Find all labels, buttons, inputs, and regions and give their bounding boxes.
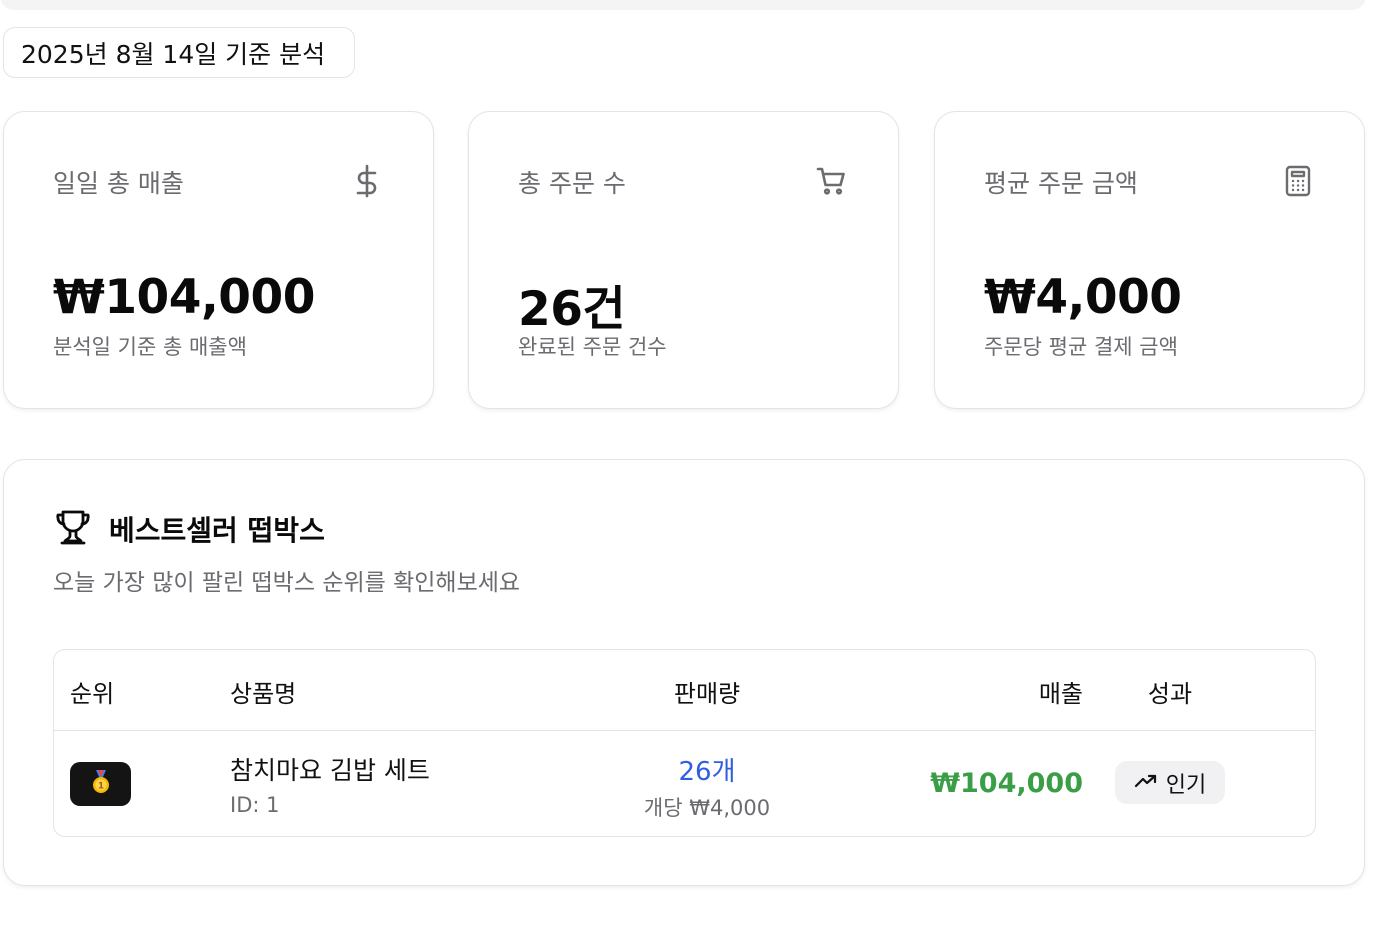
card-title: 평균 주문 금액 bbox=[984, 169, 1138, 198]
calculator-icon bbox=[1282, 164, 1314, 198]
column-header-revenue[interactable]: 매출 bbox=[1039, 674, 1083, 709]
rank-badge: 1 bbox=[70, 762, 131, 806]
card-title: 총 주문 수 bbox=[518, 169, 626, 198]
column-header-product[interactable]: 상품명 bbox=[230, 674, 296, 709]
bestseller-header: 베스트셀러 떱박스 bbox=[53, 509, 325, 549]
performance-badge: 인기 bbox=[1115, 761, 1225, 804]
bestseller-section: 베스트셀러 떱박스 오늘 가장 많이 팔린 떱박스 순위를 확인해보세요 순위 … bbox=[3, 459, 1365, 886]
bestseller-table: 순위 상품명 판매량 매출 성과 1 참치마요 김밥 세트 ID: 1 26개 … bbox=[53, 649, 1316, 837]
trending-up-icon bbox=[1134, 770, 1158, 795]
analysis-date-badge: 2025년 8월 14일 기준 분석 bbox=[3, 27, 355, 78]
bestseller-title: 베스트셀러 떱박스 bbox=[109, 514, 325, 547]
card-subtitle: 주문당 평균 결제 금액 bbox=[984, 335, 1178, 359]
row-revenue: ₩104,000 bbox=[930, 768, 1083, 799]
dollar-icon bbox=[351, 164, 383, 198]
column-header-quantity[interactable]: 판매량 bbox=[607, 674, 807, 709]
gold-medal-icon: 1 bbox=[90, 770, 112, 798]
product-name[interactable]: 참치마요 김밥 세트 bbox=[230, 751, 430, 787]
product-id: ID: 1 bbox=[230, 793, 280, 817]
card-value: ₩4,000 bbox=[984, 270, 1182, 325]
performance-label: 인기 bbox=[1165, 772, 1207, 798]
card-title: 일일 총 매출 bbox=[53, 169, 184, 198]
trophy-icon bbox=[53, 507, 93, 551]
sales-quantity: 26개 bbox=[678, 757, 736, 787]
total-orders-card: 총 주문 수 26건 완료된 주문 건수 bbox=[468, 111, 899, 409]
column-header-performance[interactable]: 성과 bbox=[1115, 674, 1225, 709]
average-order-card: 평균 주문 금액 ₩4,000 주문당 평균 결제 금액 bbox=[934, 111, 1365, 409]
daily-revenue-card: 일일 총 매출 ₩104,000 분석일 기준 총 매출액 bbox=[3, 111, 434, 409]
card-subtitle: 분석일 기준 총 매출액 bbox=[53, 335, 247, 359]
svg-text:1: 1 bbox=[97, 782, 103, 792]
table-header: 순위 상품명 판매량 매출 성과 bbox=[54, 650, 1315, 731]
column-header-rank[interactable]: 순위 bbox=[70, 674, 114, 709]
bestseller-description: 오늘 가장 많이 팔린 떱박스 순위를 확인해보세요 bbox=[53, 570, 521, 596]
top-panel-strip bbox=[0, 0, 1366, 10]
table-row[interactable]: 1 참치마요 김밥 세트 ID: 1 26개 개당 ₩4,000 ₩104,00… bbox=[54, 732, 1315, 836]
unit-price: 개당 ₩4,000 bbox=[643, 796, 771, 820]
card-value: ₩104,000 bbox=[53, 270, 315, 325]
card-subtitle: 완료된 주문 건수 bbox=[518, 335, 667, 359]
cart-icon bbox=[816, 164, 848, 198]
card-value: 26건 bbox=[518, 282, 626, 337]
